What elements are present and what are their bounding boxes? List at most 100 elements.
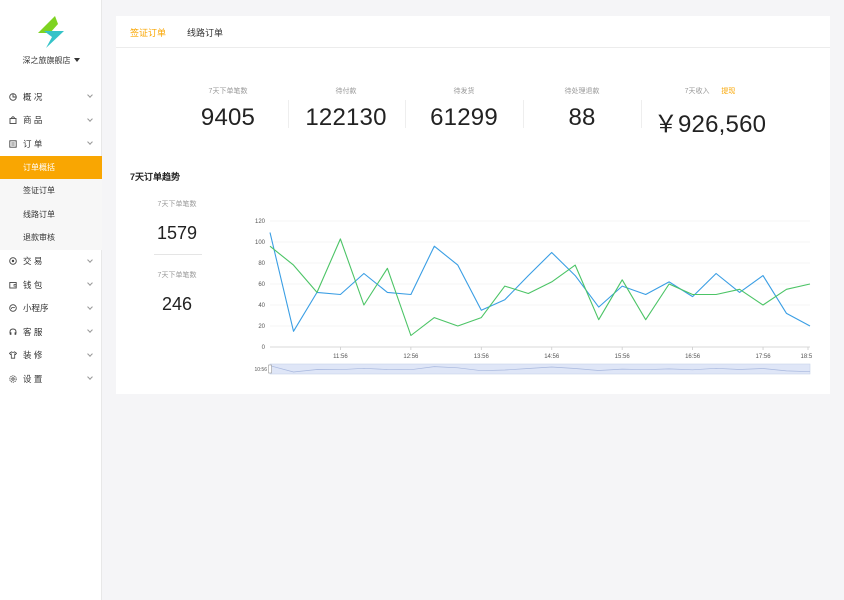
sidebar-item-decoration[interactable]: 装 修 xyxy=(0,344,102,368)
side-stat-label: 7天下单笔数 xyxy=(157,201,197,208)
sidebar-item-mini-program[interactable]: 小程序 xyxy=(0,297,102,321)
headset-icon xyxy=(9,328,17,335)
x-tick-label: 18:56 xyxy=(800,354,812,360)
side-stat-value: 246 xyxy=(161,294,193,314)
stat-label: 待发货 xyxy=(453,88,475,95)
x-tick-label: 13:56 xyxy=(474,354,490,360)
side-stat-label: 7天下单笔数 xyxy=(157,272,197,279)
sidebar-item-settings[interactable]: 设 置 xyxy=(0,367,102,391)
withdraw-link[interactable]: 提现 xyxy=(721,88,735,95)
gear-icon xyxy=(9,375,17,383)
series-line xyxy=(269,232,811,332)
side-stat-value: 1579 xyxy=(156,223,198,243)
chevron-down-icon xyxy=(87,92,93,98)
zoom-start-label: 10:56 xyxy=(254,367,267,373)
chevron-down-icon xyxy=(87,350,93,357)
tab-visa-orders[interactable]: 签证订单 xyxy=(130,26,166,39)
sidebar-item-label: 装 修 xyxy=(23,350,43,361)
y-tick-label: 80 xyxy=(258,261,265,267)
stat-label: 待处理退款 xyxy=(564,88,600,95)
stat-pending-shipment: 待发货 61299 xyxy=(409,86,519,132)
shirt-icon xyxy=(9,351,17,359)
stat-value: 9405 xyxy=(200,104,256,131)
x-tick-label: 11:56 xyxy=(333,354,348,360)
sidebar-item-label: 商 品 xyxy=(23,115,43,126)
order-overview-card: 签证订单 线路订单 7天下单笔数 9405 待付款 122130 待发货 612… xyxy=(116,16,830,394)
sidebar-item-overview[interactable]: 概 况 xyxy=(0,85,102,109)
y-tick-label: 0 xyxy=(262,345,266,351)
y-tick-label: 40 xyxy=(258,303,265,309)
stat-label-row: 7天收入 提现 xyxy=(645,86,775,96)
stat-value: 122130 xyxy=(305,104,387,131)
chevron-down-icon xyxy=(87,374,93,380)
coin-icon xyxy=(9,257,17,265)
sidebar-item-label: 订 单 xyxy=(23,138,43,149)
zoom-handle-left xyxy=(268,364,272,374)
sidebar-subitem-label: 订单概括 xyxy=(23,162,55,172)
chevron-down-icon xyxy=(87,139,93,145)
sidebar-item-orders[interactable]: 订 单 xyxy=(0,132,102,156)
sidebar-subitem-order-overview[interactable]: 订单概括 xyxy=(0,155,102,179)
sidebar-item-customer-service[interactable]: 客 服 xyxy=(0,320,102,344)
x-tick-label: 16:56 xyxy=(685,354,701,360)
side-stat-divider xyxy=(154,254,202,255)
stat-divider xyxy=(288,100,289,128)
sidebar: 深之旅旗舰店 概 况 商 品 订 单 订单概括 签证订单 线路订单 退款审核 交… xyxy=(0,0,102,600)
y-tick-label: 20 xyxy=(258,324,265,330)
sidebar-item-label: 钱 包 xyxy=(23,279,43,290)
x-tick-label: 15:56 xyxy=(615,354,631,360)
tab-route-orders[interactable]: 线路订单 xyxy=(187,26,223,39)
sidebar-subitem-route-orders[interactable]: 线路订单 xyxy=(0,202,102,226)
pie-chart-icon xyxy=(9,93,17,101)
y-tick-label: 100 xyxy=(255,240,266,246)
sidebar-nav: 概 况 商 品 订 单 订单概括 签证订单 线路订单 退款审核 交 易 钱 包 xyxy=(0,85,102,391)
chevron-down-icon xyxy=(87,256,93,263)
chevron-down-icon xyxy=(87,303,93,310)
mini-program-icon xyxy=(9,304,17,312)
stat-label: 7天收入 xyxy=(684,88,710,95)
trend-side-stat: 7天下单笔数 246 xyxy=(146,270,208,315)
sidebar-subitem-visa-orders[interactable]: 签证订单 xyxy=(0,179,102,203)
stat-label: 7天下单笔数 xyxy=(208,88,248,95)
stat-label: 待付款 xyxy=(335,88,357,95)
stat-divider xyxy=(523,100,524,128)
x-tick-label: 17:56 xyxy=(756,354,772,360)
sidebar-item-transactions[interactable]: 交 易 xyxy=(0,250,102,274)
sidebar-subitem-label: 退款审核 xyxy=(23,233,55,243)
x-tick-label: 14:56 xyxy=(544,354,560,360)
stat-value: ￥926,560 xyxy=(653,111,767,138)
order-trend-chart: 0 20 40 60 80 100 120 11:56 12:56 13:56 14:56 15:56… xyxy=(254,219,812,375)
chevron-down-icon xyxy=(87,115,93,122)
brand-logo xyxy=(38,16,64,48)
y-tick-label: 60 xyxy=(258,282,265,288)
sidebar-item-label: 设 置 xyxy=(23,373,43,384)
stat-divider xyxy=(641,100,642,128)
store-selector[interactable]: 深之旅旗舰店 xyxy=(0,55,102,66)
sidebar-item-label: 客 服 xyxy=(23,326,43,337)
sidebar-item-label: 概 况 xyxy=(23,91,43,102)
sidebar-item-products[interactable]: 商 品 xyxy=(0,109,102,133)
stat-pending-refund: 待处理退款 88 xyxy=(527,86,637,132)
bag-icon xyxy=(9,116,17,125)
sidebar-subitem-label: 签证订单 xyxy=(23,186,55,196)
sidebar-item-label: 小程序 xyxy=(23,303,49,314)
order-list-icon xyxy=(9,140,17,148)
stat-7day-orders: 7天下单笔数 9405 xyxy=(173,86,283,132)
wallet-icon xyxy=(9,281,17,289)
stat-value: 88 xyxy=(568,104,596,131)
stat-pending-payment: 待付款 122130 xyxy=(291,86,401,132)
sidebar-subitem-label: 线路订单 xyxy=(23,209,55,219)
sidebar-item-wallet[interactable]: 钱 包 xyxy=(0,273,102,297)
trend-title: 7天订单趋势 xyxy=(130,172,181,182)
chevron-down-icon xyxy=(87,280,93,286)
stat-7day-income: 7天收入 提现 ￥926,560 xyxy=(645,86,775,139)
y-tick-label: 120 xyxy=(255,219,266,225)
stat-value: 61299 xyxy=(430,104,498,131)
store-name: 深之旅旗舰店 xyxy=(22,56,71,65)
order-type-tabs: 签证订单 线路订单 xyxy=(116,16,830,48)
x-tick-label: 12:56 xyxy=(403,354,419,360)
sidebar-subitem-refund-review[interactable]: 退款审核 xyxy=(0,226,102,250)
trend-side-stat: 7天下单笔数 1579 xyxy=(146,199,208,244)
stat-divider xyxy=(405,100,406,128)
sidebar-item-label: 交 易 xyxy=(23,256,43,267)
